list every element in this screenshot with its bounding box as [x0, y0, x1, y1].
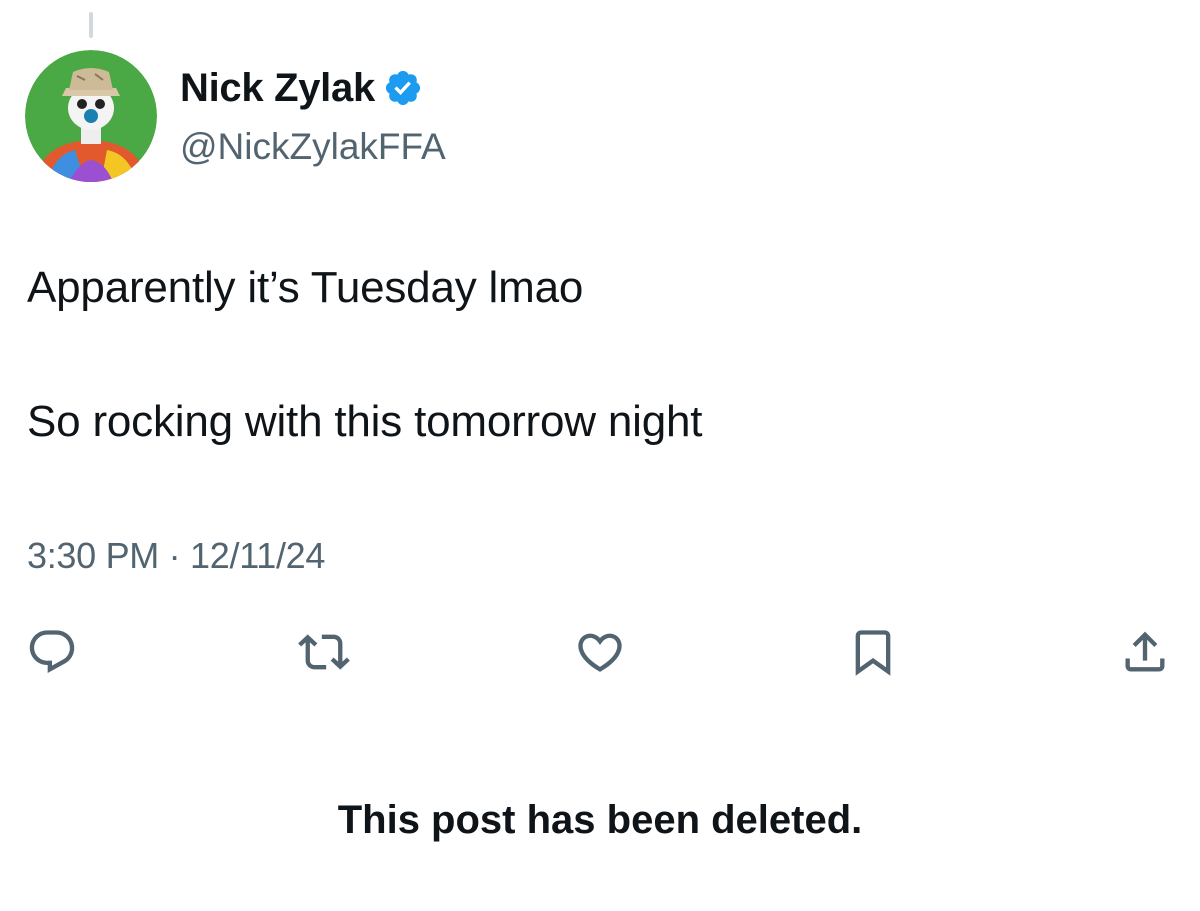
avatar[interactable] — [25, 50, 157, 182]
bookmark-icon — [855, 630, 891, 676]
post-text-line: Apparently it’s Tuesday lmao — [27, 263, 584, 312]
thread-connector-line — [89, 12, 93, 38]
reply-button[interactable] — [22, 622, 82, 682]
author-name-row: Nick Zylak — [180, 64, 446, 112]
author-display-name[interactable]: Nick Zylak — [180, 64, 375, 112]
repost-button[interactable] — [294, 622, 354, 682]
author-handle[interactable]: @NickZylakFFA — [180, 124, 446, 170]
share-button[interactable] — [1115, 622, 1175, 682]
share-icon — [1125, 631, 1165, 672]
post-timestamp[interactable]: 3:30 PM · 12/11/24 — [27, 534, 325, 578]
post-text-line: So rocking with this tomorrow night — [27, 397, 703, 446]
post-action-bar — [0, 622, 1200, 682]
avatar-image — [25, 50, 157, 182]
deleted-post-notice: This post has been deleted. — [337, 798, 863, 842]
verified-badge-icon[interactable] — [383, 68, 423, 108]
heart-icon — [578, 633, 622, 672]
reply-icon — [29, 630, 75, 674]
bookmark-button[interactable] — [843, 622, 903, 682]
repost-icon — [298, 634, 350, 670]
like-button[interactable] — [570, 622, 630, 682]
author-block: Nick Zylak @NickZylakFFA — [180, 64, 446, 170]
